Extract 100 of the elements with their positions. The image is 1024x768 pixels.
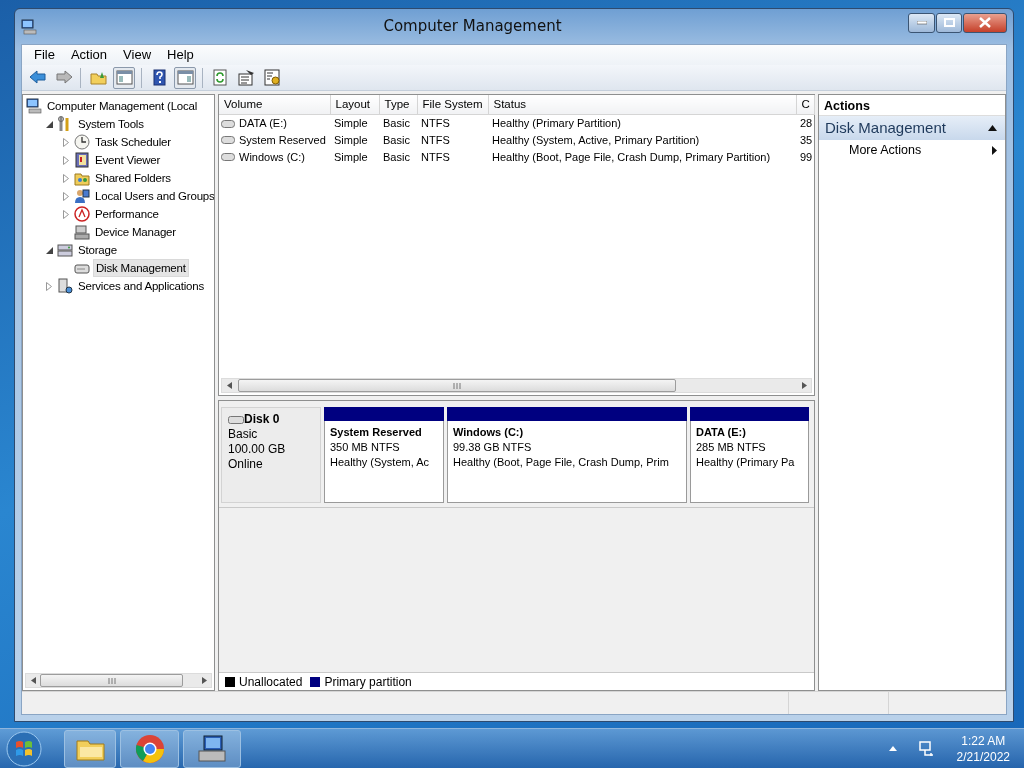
action-section[interactable]: Disk Management (819, 116, 1005, 140)
submenu-arrow-icon (992, 145, 997, 155)
tree-item[interactable]: Disk Management (93, 259, 189, 277)
tray-arrow-icon[interactable] (888, 746, 897, 751)
disk-info: 100.00 GB (228, 442, 287, 457)
grip-icon (453, 382, 461, 389)
partition-status: Healthy (Boot, Page File, Crash Dump, Prim (453, 455, 670, 470)
disk-info: Online (228, 457, 264, 472)
table-cell: 99 (800, 151, 813, 164)
action-item[interactable]: More Actions (819, 140, 1005, 160)
legend-label: Primary partition (324, 673, 412, 691)
partition-status: Healthy (Primary Pa (696, 455, 796, 470)
partition-name: Windows (C:) (453, 425, 525, 440)
tree-item[interactable]: Device Manager (93, 224, 178, 240)
maximize-icon (943, 18, 955, 27)
settings-icon (263, 69, 281, 86)
table-cell: Healthy (Boot, Page File, Crash Dump, Primary Partition) (492, 151, 771, 164)
scroll-left-icon (30, 677, 36, 684)
table-cell: Healthy (Primary Partition) (492, 117, 621, 130)
tree-item[interactable]: Storage (76, 242, 119, 258)
close-icon (979, 17, 991, 28)
table-cell: Simple (334, 134, 368, 147)
table-cell: Basic (383, 117, 410, 130)
menu-item[interactable]: View (115, 45, 160, 65)
tree-item[interactable]: Local Users and Groups (93, 188, 214, 204)
refresh-icon (211, 69, 229, 86)
users-icon (74, 188, 90, 204)
column-header[interactable]: Status (488, 95, 796, 115)
browser-icon (133, 732, 166, 765)
menu-item[interactable]: File (26, 45, 63, 65)
partition-size: 285 MB NTFS (696, 440, 767, 455)
partition-panel[interactable]: Windows (C:) 99.38 GB NTFS Healthy (Boot, Page File, Crash Dump, Prim (447, 421, 687, 503)
table-cell: Simple (334, 151, 368, 164)
partition-name: System Reserved (330, 425, 423, 440)
table-cell: NTFS (421, 117, 450, 130)
menu-item[interactable]: Action (62, 45, 116, 65)
table-cell: Simple (334, 117, 368, 130)
scrollbar[interactable] (25, 673, 212, 688)
grip-icon (107, 677, 116, 684)
scrollbar[interactable] (221, 378, 812, 393)
column-header[interactable]: Type (379, 95, 417, 115)
taskbar-button[interactable] (183, 729, 241, 768)
back-icon (28, 69, 46, 86)
scroll-right-icon (201, 677, 207, 684)
table-cell: 35 (800, 134, 813, 147)
table-cell-text: DATA (E:) (239, 116, 287, 132)
device-icon (74, 224, 90, 240)
drive-icon (228, 415, 244, 424)
maximize-button[interactable] (936, 12, 962, 33)
taskbar-button[interactable] (64, 729, 116, 768)
partition-size: 350 MB NTFS (330, 440, 401, 455)
table-cell: Healthy (System, Active, Primary Partition) (492, 134, 700, 147)
partition-panel[interactable]: DATA (E:) 285 MB NTFS Healthy (Primary Pa (690, 421, 809, 503)
scroll-thumb[interactable] (40, 674, 183, 687)
window-title: Computer Management (382, 16, 563, 38)
scroll-left-icon (226, 382, 232, 389)
computer-icon (21, 19, 37, 36)
close-button[interactable] (963, 12, 1007, 33)
collapse-icon (988, 125, 997, 131)
clock[interactable]: 1:22 AM 2/21/2022 (956, 732, 1010, 765)
folder-icon (74, 170, 90, 186)
tree-item[interactable]: Services and Applications (76, 278, 207, 294)
log-icon (74, 152, 90, 168)
tree-item[interactable]: Task Scheduler (93, 134, 173, 150)
tree-item[interactable]: Event Viewer (93, 152, 163, 168)
toolbar-button[interactable] (261, 66, 283, 89)
minimize-button[interactable] (908, 12, 935, 33)
column-header[interactable]: Volume (219, 95, 330, 115)
tree-item[interactable]: Shared Folders (93, 170, 173, 186)
start-button[interactable] (4, 728, 44, 768)
tree-item[interactable]: System Tools (76, 116, 146, 132)
menu-item[interactable]: Help (159, 45, 202, 65)
column-header[interactable]: Layout (330, 95, 379, 115)
tree-item[interactable]: Computer Management (Local (45, 98, 200, 114)
clock-icon (74, 134, 90, 150)
panel-icon (115, 69, 133, 86)
storage-icon (57, 242, 73, 258)
legend-label: Unallocated (239, 673, 303, 691)
partition-status: Healthy (System, Ac (330, 455, 431, 470)
forward-icon (54, 69, 72, 86)
table-cell: Basic (383, 151, 410, 164)
tree-item[interactable]: Performance (93, 206, 161, 222)
partition-panel[interactable]: System Reserved 350 MB NTFS Healthy (System, Ac (324, 421, 444, 503)
disk-info: Basic (228, 427, 259, 442)
scroll-right-icon (801, 382, 807, 389)
services-icon (57, 278, 73, 294)
column-header[interactable]: File System (417, 95, 488, 115)
table-cell-text: System Reserved (239, 133, 326, 149)
drive-icon (221, 153, 235, 162)
scroll-thumb[interactable] (238, 379, 676, 392)
table-cell: Basic (383, 134, 410, 147)
computer-icon (196, 732, 228, 765)
panel-icon (176, 69, 194, 86)
computer-icon (26, 98, 42, 114)
gauge-icon (74, 206, 90, 222)
drive-icon (221, 119, 235, 128)
table-cell: NTFS (421, 134, 450, 147)
taskbar-button[interactable] (120, 729, 179, 768)
network-icon[interactable] (918, 740, 935, 757)
minimize-icon (916, 20, 927, 25)
